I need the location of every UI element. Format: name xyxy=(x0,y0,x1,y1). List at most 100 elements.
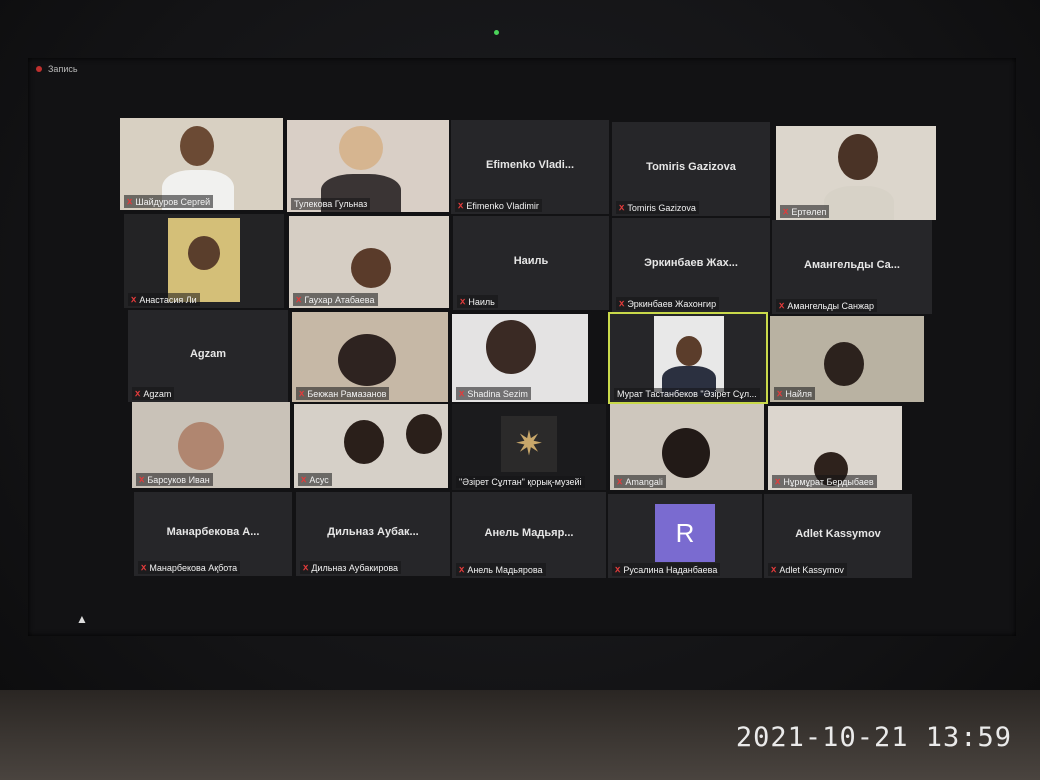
participant-tile[interactable]: ⅹ Бекжан Рамазанов xyxy=(292,312,448,402)
person-video xyxy=(838,134,878,180)
participant-label: ⅹ Анастасия Ли xyxy=(128,293,200,306)
muted-mic-icon: ⅹ xyxy=(296,294,302,304)
participant-tile[interactable]: ⅹ Барсуков Иван xyxy=(132,402,290,488)
person-video xyxy=(676,336,702,366)
participant-tile[interactable]: ⅹ Нұрмұрат Бердыбаев xyxy=(768,406,902,490)
participant-label: ⅹ Эркинбаев Жахонгир xyxy=(616,297,720,310)
participant-label: ⅹ Русалина Наданбаева xyxy=(612,563,721,576)
participant-label: Мурат Тастанбеков "Әзірет Сұл... xyxy=(614,388,760,400)
participant-tile[interactable]: Дильназ Аубак... ⅹ Дильназ Аубакирова xyxy=(296,492,450,576)
participant-tile[interactable]: Наиль ⅹ Наиль xyxy=(453,216,609,310)
person-video xyxy=(351,248,391,288)
muted-mic-icon: ⅹ xyxy=(139,474,145,484)
participant-tile[interactable]: ⅹ Анастасия Ли xyxy=(124,214,284,308)
muted-mic-icon: ⅹ xyxy=(459,388,465,398)
participant-label: ⅹ Amangali xyxy=(614,475,666,488)
muted-mic-icon: ⅹ xyxy=(131,294,137,304)
participant-display-name: Дильназ Аубак... xyxy=(327,526,419,539)
participant-tile[interactable]: Анель Мадьяр... ⅹ Анель Мадьярова xyxy=(452,492,606,578)
participant-tile[interactable]: R ⅹ Русалина Наданбаева xyxy=(608,494,762,578)
participant-label: ⅹ Дильназ Аубакирова xyxy=(300,561,402,574)
mouse-cursor-icon: ▲ xyxy=(76,612,88,626)
museum-logo-icon: ✷ xyxy=(501,416,557,472)
participant-tile[interactable]: Эркинбаев Жах... ⅹ Эркинбаев Жахонгир xyxy=(612,218,770,312)
participant-label: ⅹ Agzam xyxy=(132,387,175,400)
participant-display-name: Амангельды Са... xyxy=(804,259,900,272)
participant-display-name: Манарбекова А... xyxy=(166,526,260,539)
participant-label: ⅹ Асус xyxy=(298,473,332,486)
participant-display-name: Agzam xyxy=(189,348,227,361)
participant-tile[interactable]: Adlet Kassymov ⅹ Adlet Kassymov xyxy=(764,494,912,578)
participant-label: ⅹ Efimenko Vladimir xyxy=(455,199,542,212)
participant-tile[interactable]: ✷ "Әзірет Сұлтан" қорық-музейі xyxy=(452,404,606,490)
participant-label: ⅹ Shadina Sezim xyxy=(456,387,531,400)
participant-label: ⅹ Гаухар Атабаева xyxy=(293,293,378,306)
muted-mic-icon: ⅹ xyxy=(775,476,781,486)
participant-label: "Әзірет Сұлтан" қорық-музейі xyxy=(456,476,585,488)
person-video xyxy=(338,334,396,386)
participant-label: ⅹ Бекжан Рамазанов xyxy=(296,387,390,400)
record-dot-icon xyxy=(36,66,42,72)
participant-display-name: Эркинбаев Жах... xyxy=(644,257,738,270)
participant-tile[interactable]: Agzam ⅹ Agzam xyxy=(128,310,288,402)
muted-mic-icon: ⅹ xyxy=(617,476,623,486)
person-video xyxy=(180,126,214,166)
muted-mic-icon: ⅹ xyxy=(619,298,625,308)
muted-mic-icon: ⅹ xyxy=(460,296,466,306)
participant-tile[interactable]: Tomiris Gazizova ⅹ Tomiris Gazizova xyxy=(612,122,770,216)
muted-mic-icon: ⅹ xyxy=(615,564,621,574)
participant-tile[interactable]: ⅹ Shadina Sezim xyxy=(452,314,588,402)
participant-label: ⅹ Амангельды Санжар xyxy=(776,299,878,312)
participant-tile[interactable]: Тулекова Гульназ xyxy=(287,120,449,212)
muted-mic-icon: ⅹ xyxy=(301,474,307,484)
person-video xyxy=(344,420,384,464)
participant-label: ⅹ Шайдуров Сергей xyxy=(124,195,214,208)
muted-mic-icon: ⅹ xyxy=(303,562,309,572)
recording-label: Запись xyxy=(48,64,78,74)
muted-mic-icon: ⅹ xyxy=(783,206,789,216)
participant-display-name: Adlet Kassymov xyxy=(795,528,881,541)
muted-mic-icon: ⅹ xyxy=(771,564,777,574)
participant-tile[interactable]: ⅹ Шайдуров Сергей xyxy=(120,118,283,210)
active-speaker-tile[interactable]: Мурат Тастанбеков "Әзірет Сұл... xyxy=(608,312,768,404)
participant-tile[interactable]: Efimenko Vladi... ⅹ Efimenko Vladimir xyxy=(451,120,609,214)
participant-tile[interactable]: ⅹ Ертөлеп xyxy=(776,126,936,220)
muted-mic-icon: ⅹ xyxy=(458,200,464,210)
participant-label: ⅹ Анель Мадьярова xyxy=(456,563,546,576)
participant-tile[interactable]: ⅹ Amangali xyxy=(610,404,764,490)
avatar: R xyxy=(655,504,715,562)
muted-mic-icon: ⅹ xyxy=(141,562,147,572)
muted-mic-icon: ⅹ xyxy=(299,388,305,398)
person-video xyxy=(406,414,442,454)
participant-label: ⅹ Нұрмұрат Бердыбаев xyxy=(772,475,877,488)
person-video xyxy=(824,342,864,386)
participant-tile[interactable]: ⅹ Асус xyxy=(294,404,448,488)
participant-label: Тулекова Гульназ xyxy=(291,198,371,210)
muted-mic-icon: ⅹ xyxy=(619,202,625,212)
photo-timestamp: 2021-10-21 13:59 xyxy=(735,722,1012,753)
muted-mic-icon: ⅹ xyxy=(135,388,141,398)
participant-display-name: Efimenko Vladi... xyxy=(485,159,575,172)
person-video xyxy=(824,186,894,220)
participant-label: ⅹ Ертөлеп xyxy=(780,205,830,218)
person-video xyxy=(339,126,383,170)
person-video xyxy=(188,236,220,270)
webcam-led xyxy=(494,30,499,35)
participant-label: ⅹ Манарбекова Ақбота xyxy=(138,561,241,574)
participant-display-name: Наиль xyxy=(513,255,549,268)
person-video xyxy=(662,428,710,478)
person-video xyxy=(486,320,536,374)
participant-display-name: Анель Мадьяр... xyxy=(484,527,574,540)
participant-tile[interactable]: Амангельды Са... ⅹ Амангельды Санжар xyxy=(772,220,932,314)
participant-tile[interactable]: Манарбекова А... ⅹ Манарбекова Ақбота xyxy=(134,492,292,576)
person-video xyxy=(178,422,224,470)
participant-label: ⅹ Наиль xyxy=(457,295,498,308)
participant-label: ⅹ Tomiris Gazizova xyxy=(616,201,699,214)
participant-tile[interactable]: ⅹ Найля xyxy=(770,316,924,402)
recording-indicator[interactable]: Запись xyxy=(36,64,78,74)
participant-display-name: Tomiris Gazizova xyxy=(646,161,736,174)
participant-tile[interactable]: ⅹ Гаухар Атабаева xyxy=(289,216,449,308)
muted-mic-icon: ⅹ xyxy=(127,196,133,206)
participant-label: ⅹ Барсуков Иван xyxy=(136,473,213,486)
participant-label: ⅹ Найля xyxy=(774,387,815,400)
